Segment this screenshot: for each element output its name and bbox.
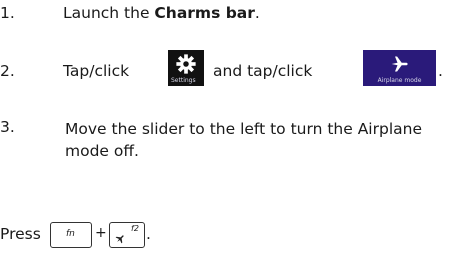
airplane-icon [115, 235, 124, 244]
tap-click-text-2: and tap/click [213, 62, 313, 80]
airplane-mode-tile[interactable]: Airplane mode [363, 50, 436, 86]
gear-icon [176, 54, 196, 74]
step-text: Move the slider to the left to turn the … [65, 120, 422, 160]
step-end-dot: . [438, 62, 443, 80]
settings-tile[interactable]: Settings [168, 50, 204, 86]
charms-bar-label: Charms bar [154, 4, 255, 22]
f2-key: f2 [109, 222, 145, 248]
airplane-mode-caption: Airplane mode [377, 77, 422, 84]
step-number: 3. [0, 118, 15, 136]
step-number: 1. [0, 4, 15, 22]
step-number: 2. [0, 62, 15, 80]
press-label: Press [0, 225, 41, 243]
airplane-icon [391, 56, 408, 72]
f2-key-label: f2 [131, 224, 139, 233]
fn-key-label: fn [66, 229, 75, 239]
step-text: Launch the Charms bar. [63, 4, 260, 22]
tap-click-text-1: Tap/click [63, 62, 130, 80]
fn-key: fn [50, 222, 92, 248]
shortcut-end-dot: . [146, 225, 151, 243]
plus-sign: + [95, 225, 107, 241]
settings-caption: Settings [171, 77, 196, 84]
